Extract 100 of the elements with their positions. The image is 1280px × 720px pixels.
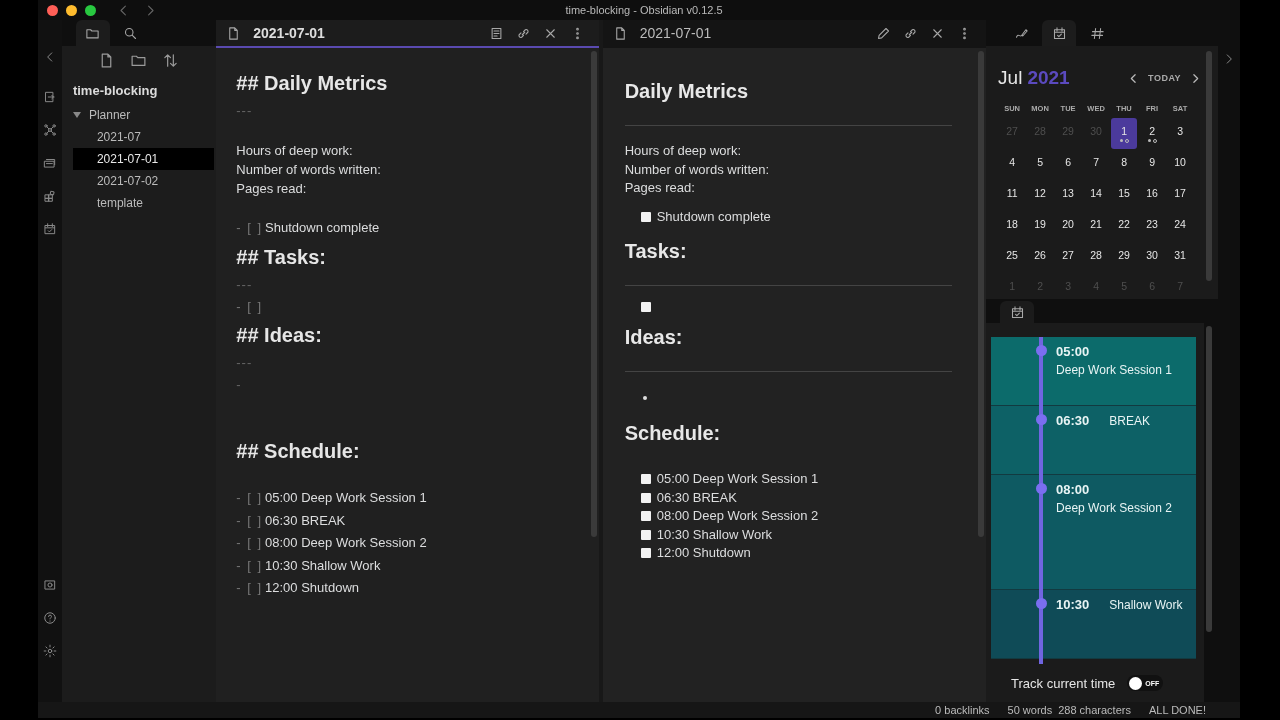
task-text: 06:30 BREAK — [265, 511, 346, 530]
folder-item[interactable]: Planner — [72, 104, 215, 126]
text-line: Pages read: — [236, 180, 308, 198]
block-title: BREAK — [1109, 414, 1150, 430]
text-line: Number of words written: — [624, 160, 771, 179]
task-text: 06:30 BREAK — [656, 488, 737, 507]
file-item[interactable]: 2021-07-02 — [72, 170, 215, 192]
task-marker: - [ ] — [236, 556, 262, 575]
minimize-button[interactable] — [66, 4, 77, 16]
heading-text: ## Tasks: — [236, 244, 327, 270]
window-title: time-blocking - Obsidian v0.12.5 — [565, 4, 723, 16]
calendar-day[interactable]: 19 — [1027, 211, 1054, 242]
task-text: 05:00 Deep Work Session 1 — [265, 489, 427, 507]
status-item: 50 words — [1007, 704, 1053, 716]
today-button[interactable]: TODAY — [1148, 73, 1182, 83]
calendar-day[interactable]: 14 — [1083, 180, 1110, 211]
zoom-button[interactable] — [85, 4, 96, 16]
calendar-day[interactable]: 2 — [1139, 118, 1166, 149]
task-text: 08:00 Deep Work Session 2 — [656, 507, 819, 525]
checkbox[interactable] — [640, 511, 651, 522]
files-tab[interactable] — [75, 20, 110, 46]
calendar-day[interactable]: 31 — [1167, 242, 1194, 273]
calendar-icon[interactable] — [42, 222, 57, 236]
calendar-day[interactable]: 27 — [1055, 242, 1082, 273]
calendar-day[interactable]: 23 — [1139, 211, 1166, 242]
calendar-day[interactable]: 21 — [1083, 211, 1110, 242]
calendar-day[interactable]: 3 — [1167, 118, 1194, 149]
blocks-icon[interactable] — [42, 189, 57, 203]
calendar-day[interactable]: 30 — [1139, 242, 1166, 273]
calendar-day[interactable]: 10 — [1167, 149, 1194, 180]
block-time: 05:00 — [1056, 344, 1091, 359]
calendar-day[interactable]: 29 — [1111, 242, 1138, 273]
reading-view-icon[interactable] — [488, 25, 504, 41]
block-time: 06:30 — [1056, 413, 1090, 430]
timeline-tab[interactable] — [1000, 301, 1035, 323]
calendar-day[interactable]: 12 — [1027, 180, 1054, 211]
calendar-day[interactable]: 11 — [999, 180, 1026, 211]
calendar-day[interactable]: 28 — [1083, 242, 1110, 273]
calendar-day[interactable]: 1 — [1111, 118, 1138, 149]
calendar-day[interactable]: 25 — [999, 242, 1026, 273]
markdown-text: - — [236, 376, 243, 394]
year-label: 2021 — [1027, 67, 1070, 88]
file-item[interactable]: template — [72, 192, 215, 214]
calendar-day[interactable]: 16 — [1139, 180, 1166, 211]
calendar-day[interactable]: 24 — [1167, 211, 1194, 242]
status-item: 0 backlinks — [935, 704, 990, 716]
checkbox[interactable] — [640, 548, 651, 559]
calendar-day[interactable]: 7 — [1083, 149, 1110, 180]
task-text: 12:00 Shutdown — [656, 544, 751, 562]
block-title: Deep Work Session 2 — [1056, 501, 1173, 515]
note-title: 2021-07-01 — [253, 25, 325, 41]
checkbox[interactable] — [640, 302, 651, 312]
checkbox[interactable] — [640, 529, 651, 540]
calendar-day[interactable]: 8 — [1111, 149, 1138, 180]
scrollbar[interactable] — [1206, 51, 1213, 281]
calendar-day[interactable]: 26 — [1027, 242, 1054, 273]
close-button[interactable] — [47, 4, 58, 16]
edit-icon[interactable] — [876, 25, 892, 41]
help-icon[interactable] — [42, 611, 57, 625]
sort-icon[interactable] — [161, 52, 179, 69]
calendar-day[interactable]: 22 — [1111, 211, 1138, 242]
task-marker: - [ ] — [236, 489, 262, 507]
task-text: Shutdown complete — [656, 207, 771, 226]
graph-icon[interactable] — [42, 123, 57, 137]
markdown-text: --- — [236, 275, 254, 294]
calendar-day[interactable]: 17 — [1167, 180, 1194, 211]
checkbox[interactable] — [640, 474, 651, 485]
scrollbar[interactable] — [590, 51, 597, 537]
block-title: Shallow Work — [1109, 598, 1183, 614]
block-time: 10:30 — [1056, 597, 1090, 614]
scrollbar[interactable] — [978, 51, 985, 537]
heading: Ideas: — [624, 325, 684, 350]
vault-icon[interactable] — [42, 578, 57, 592]
file-item[interactable]: 2021-07-01 — [72, 148, 215, 170]
task-marker: - [ ] — [236, 297, 262, 316]
timeline-dot — [1036, 345, 1048, 356]
file-item[interactable]: 2021-07 — [72, 126, 215, 148]
calendar-day[interactable]: 18 — [999, 211, 1026, 242]
calendar-day[interactable]: 9 — [1139, 149, 1166, 180]
calendar-day[interactable]: 5 — [1027, 149, 1054, 180]
collapse-arrow-icon[interactable] — [72, 112, 81, 118]
calendar-day[interactable]: 15 — [1111, 180, 1138, 211]
cards-icon[interactable] — [42, 156, 57, 170]
checkbox[interactable] — [640, 211, 651, 222]
calendar-day[interactable]: 20 — [1055, 211, 1082, 242]
task-text: Shutdown complete — [265, 219, 380, 237]
timeline-dot — [1036, 414, 1048, 425]
calendar-tab[interactable] — [1042, 20, 1077, 46]
checkbox[interactable] — [640, 492, 651, 503]
heading: Daily Metrics — [624, 79, 750, 104]
heading-text: ## Schedule: — [236, 439, 361, 464]
calendar-day[interactable]: 4 — [999, 149, 1026, 180]
calendar-icon — [1051, 25, 1067, 41]
settings-icon[interactable] — [42, 644, 57, 658]
calendar-day[interactable]: 6 — [1055, 149, 1082, 180]
task-text: 12:00 Shutdown — [265, 579, 359, 597]
task-text: 08:00 Deep Work Session 2 — [265, 534, 427, 552]
calendar-day[interactable]: 13 — [1055, 180, 1082, 211]
import-icon[interactable] — [42, 90, 57, 104]
scrollbar[interactable] — [1206, 326, 1213, 632]
